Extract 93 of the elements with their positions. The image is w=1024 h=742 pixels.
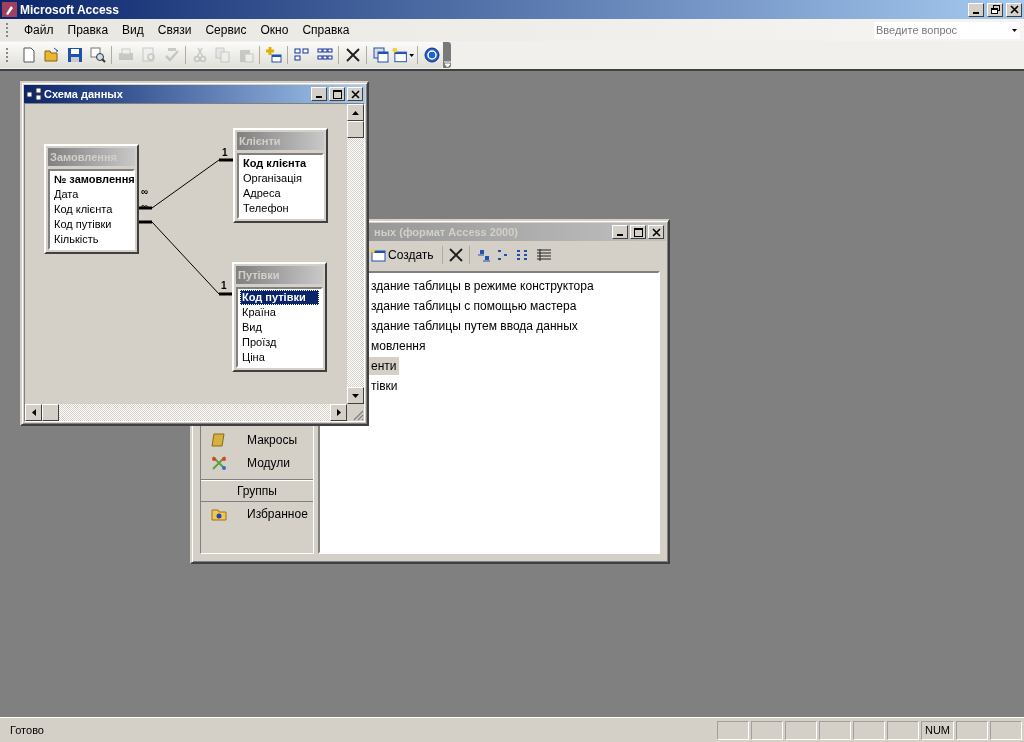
chevron-icon (443, 60, 451, 68)
scroll-thumb[interactable] (42, 404, 59, 421)
status-pane (990, 720, 1022, 740)
minimize-button[interactable] (311, 87, 327, 101)
field-item[interactable]: Код клієнта (52, 202, 131, 217)
menu-item[interactable]: Файл (17, 21, 61, 39)
large-icons-view-icon[interactable] (475, 248, 492, 262)
down-arrow-icon (352, 393, 359, 398)
table-title: Путівки (236, 266, 323, 284)
relationships-icon (26, 87, 42, 101)
status-pane (716, 720, 749, 740)
table-title: Клієнти (237, 132, 324, 150)
restore-icon (990, 5, 1000, 14)
relationship-line[interactable] (136, 158, 235, 210)
list-item[interactable]: енти (369, 357, 399, 375)
status-pane (818, 720, 851, 740)
list-item[interactable]: тівки (369, 377, 400, 395)
vertical-scrollbar[interactable] (347, 104, 364, 404)
object-type-item[interactable]: Макросы (201, 428, 313, 451)
close-button[interactable] (1006, 2, 1022, 17)
maximize-icon (633, 227, 643, 237)
field-item[interactable]: Код клієнта (241, 156, 320, 171)
status-text: Готово (9, 724, 45, 736)
scroll-down-button[interactable] (347, 387, 364, 404)
dropdown-button[interactable] (1008, 21, 1020, 39)
field-item[interactable]: Дата (52, 187, 131, 202)
list-item[interactable]: здание таблицы с помощью мастера (369, 297, 579, 315)
minimize-icon (973, 11, 979, 14)
menu-item[interactable]: Справка (295, 21, 357, 39)
field-item[interactable]: Організація (241, 171, 320, 186)
menu-item[interactable]: Вид (115, 21, 151, 39)
maximize-button[interactable] (329, 87, 345, 101)
relationship-line[interactable] (136, 220, 234, 296)
up-arrow-icon (352, 110, 359, 115)
list-item[interactable]: здание таблицы в режиме конструктора (369, 277, 596, 295)
minimize-icon (617, 234, 623, 236)
maximize-icon (332, 89, 342, 99)
menu-item[interactable]: Сервис (198, 21, 254, 39)
status-pane (886, 720, 919, 740)
group-item[interactable]: Избранное (201, 502, 313, 525)
field-item[interactable]: Вид (240, 320, 319, 335)
groups-header[interactable]: Группы (201, 480, 313, 502)
scroll-left-button[interactable] (25, 404, 42, 421)
create-button[interactable]: Создать (368, 246, 436, 264)
scroll-up-button[interactable] (347, 104, 364, 121)
list-item[interactable]: мовлення (369, 337, 428, 355)
new-table-icon (370, 248, 386, 262)
dropdown-arrow-icon (1011, 28, 1017, 32)
field-item[interactable]: Код путівки (52, 217, 131, 232)
one-cardinality-label: 1 (221, 281, 227, 291)
menu-item[interactable]: Связи (150, 21, 199, 39)
toolbar-options-button[interactable] (443, 42, 451, 68)
delete-icon[interactable] (448, 248, 463, 262)
close-icon (350, 89, 360, 99)
field-item[interactable]: Кількість (52, 232, 131, 247)
resize-grip-icon[interactable] (352, 409, 364, 421)
field-item[interactable]: Країна (240, 305, 319, 320)
status-pane (956, 720, 988, 740)
macro-icon (211, 431, 227, 448)
app-icon (2, 2, 17, 17)
field-item[interactable]: Проїзд (240, 335, 319, 350)
minimize-icon (316, 96, 322, 98)
field-item[interactable]: Адреса (241, 186, 320, 201)
close-icon (1009, 5, 1019, 14)
many-cardinality-label: ∞ (141, 187, 149, 197)
field-item[interactable]: Телефон (241, 201, 320, 216)
status-indicator: NUM (920, 720, 954, 740)
one-cardinality-label: 1 (222, 148, 228, 158)
details-view-icon[interactable] (535, 248, 552, 262)
scroll-thumb[interactable] (347, 121, 364, 138)
help-search-field[interactable]: Введите вопрос (874, 21, 1008, 39)
status-pane (852, 720, 885, 740)
status-pane (750, 720, 783, 740)
table-box[interactable]: Клієнти Код клієнта Організація Адреса Телефон (233, 128, 328, 223)
close-button[interactable] (347, 87, 363, 101)
menu-item[interactable]: Правка (60, 21, 116, 39)
field-item[interactable]: Код путівки (240, 290, 319, 305)
left-arrow-icon (31, 409, 36, 416)
object-type-item[interactable]: Модули (201, 451, 313, 474)
close-icon (651, 227, 661, 237)
restore-button[interactable] (987, 2, 1003, 17)
minimize-button[interactable] (968, 2, 984, 17)
window-title: Схема данных (44, 88, 124, 100)
table-box[interactable]: Путівки Код путівки Країна Вид Проїзд Ціна (232, 262, 327, 372)
field-item[interactable]: Ціна (240, 350, 319, 365)
app-title: Microsoft Access (20, 2, 120, 17)
scroll-right-button[interactable] (330, 404, 347, 421)
right-arrow-icon (336, 409, 341, 416)
menu-item[interactable]: Окно (253, 21, 296, 39)
module-icon (211, 454, 227, 471)
list-item[interactable]: здание таблицы путем ввода данных (369, 317, 580, 335)
horizontal-scrollbar[interactable] (25, 404, 347, 421)
status-pane (784, 720, 817, 740)
